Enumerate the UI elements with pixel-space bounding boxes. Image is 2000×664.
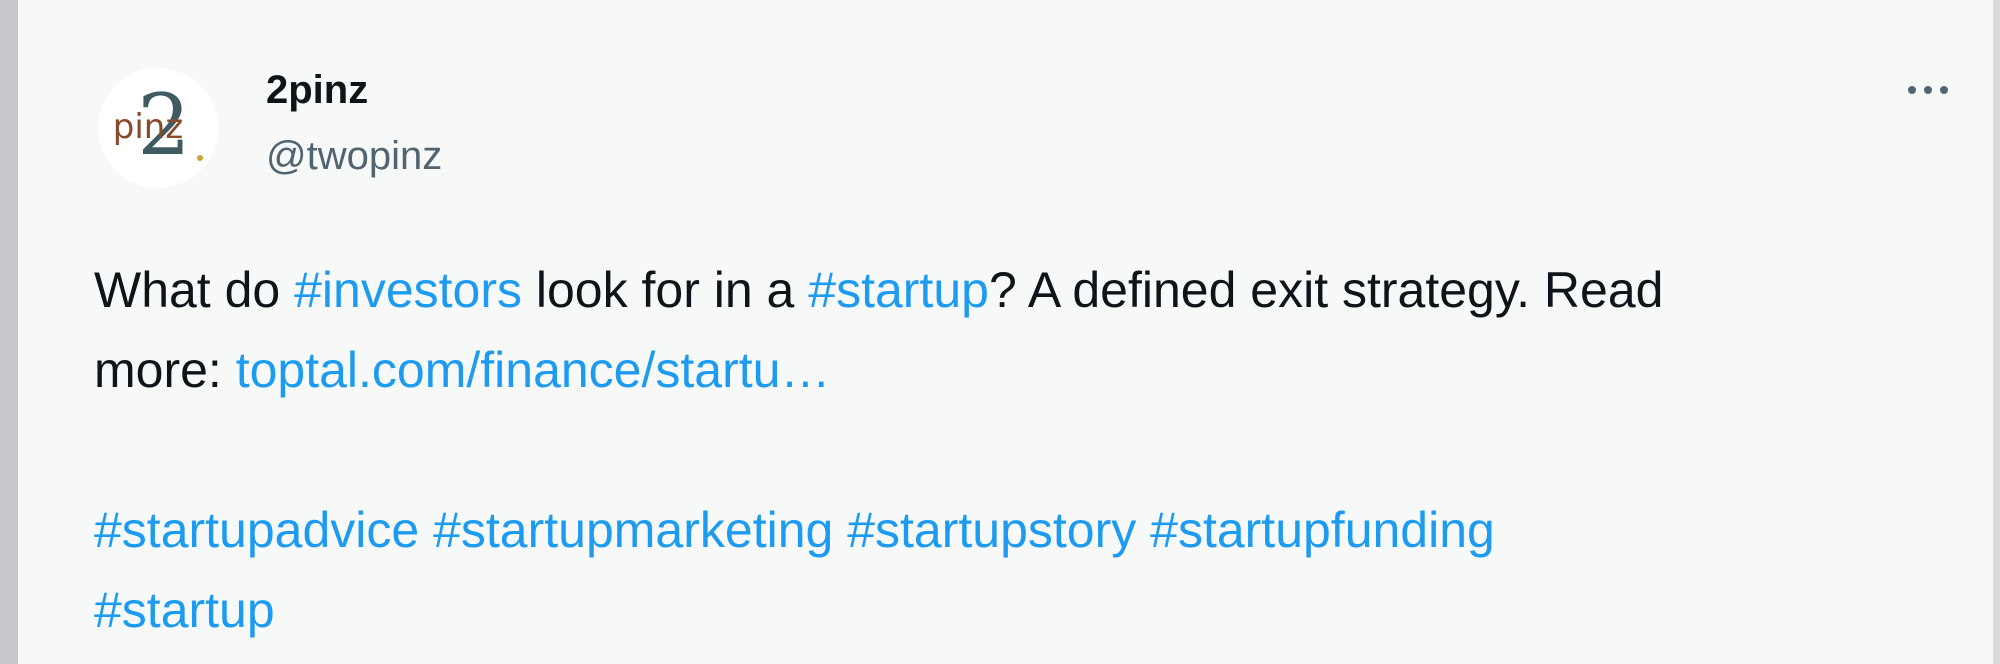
tweet-card[interactable]: 2 pinz 2pinz @twopinz What do #investors…	[18, 0, 1993, 664]
article-link[interactable]: toptal.com/finance/startu…	[236, 342, 831, 398]
more-horizontal-icon-dot	[1924, 86, 1932, 94]
tweet-text-segment: ? A defined exit strategy. Read	[988, 262, 1664, 318]
author-display-name[interactable]: 2pinz	[266, 62, 368, 118]
hashtag-startup-trailing[interactable]: #startup	[94, 582, 275, 638]
hashtag-investors[interactable]: #investors	[294, 262, 522, 318]
avatar-accent-dot	[197, 155, 203, 161]
twopinz-logo-icon: 2 pinz	[113, 76, 203, 174]
avatar-label: pinz	[113, 107, 183, 147]
more-options-button[interactable]	[1898, 60, 1958, 120]
tweet-text-segment: look for in a	[522, 262, 809, 318]
tweet-text-line: more: toptal.com/finance/startu…	[94, 330, 1954, 410]
tweet-text: What do #investors look for in a #startu…	[94, 250, 1954, 650]
hashtag-line: #startupadvice #startupmarketing #startu…	[94, 490, 1954, 570]
hashtag-startupstory[interactable]: #startupstory	[847, 502, 1136, 558]
hashtag-startupadvice[interactable]: #startupadvice	[94, 502, 419, 558]
hashtag-line: #startup	[94, 570, 1954, 650]
hashtag-startupfunding[interactable]: #startupfunding	[1150, 502, 1495, 558]
more-horizontal-icon-dot	[1940, 86, 1948, 94]
avatar[interactable]: 2 pinz	[98, 68, 218, 188]
tweet-text-line: What do #investors look for in a #startu…	[94, 250, 1954, 330]
tweet-text-segment: What do	[94, 262, 295, 318]
tweet-text-segment: more:	[94, 342, 236, 398]
author-handle[interactable]: @twopinz	[266, 128, 442, 184]
hashtag-startup[interactable]: #startup	[808, 262, 989, 318]
more-horizontal-icon	[1908, 86, 1916, 94]
hashtag-startupmarketing[interactable]: #startupmarketing	[433, 502, 833, 558]
window-edge	[1993, 0, 2000, 664]
